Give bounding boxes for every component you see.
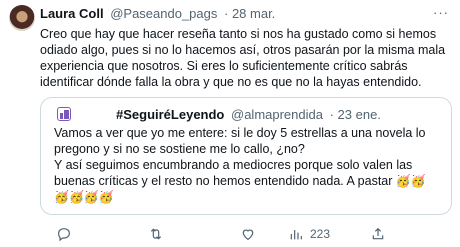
retweet-icon — [150, 228, 162, 240]
like-icon — [242, 229, 254, 241]
more-options-icon[interactable]: ··· — [433, 5, 449, 20]
quoted-author-handle: @almaprendida — [231, 107, 323, 122]
quoted-date: · 23 ene. — [329, 107, 381, 122]
avatar[interactable] — [9, 5, 35, 31]
tweet-text: Creo que hay que hacer reseña tanto si n… — [40, 27, 446, 89]
quoted-avatar-icon — [57, 107, 71, 121]
quoted-author-name: #SeguiréLeyendo — [116, 107, 225, 122]
views-count: 223 — [310, 227, 331, 241]
author-handle[interactable]: @Paseando_pags — [110, 6, 217, 21]
quoted-text: Vamos a ver que yo me entere: si le doy … — [54, 126, 426, 188]
views-icon — [290, 230, 302, 240]
tweet-header: Laura Coll @Paseando_pags · 28 mar. — [40, 6, 275, 21]
tweet-date[interactable]: · 28 mar. — [224, 6, 275, 21]
reply-icon — [58, 228, 70, 242]
quoted-text-block: Vamos a ver que yo me entere: si le doy … — [54, 125, 446, 205]
like-button[interactable] — [240, 226, 256, 242]
quoted-tweet[interactable]: #SeguiréLeyendo @almaprendida · 23 ene. … — [40, 97, 452, 215]
tweet-actions: 223 — [40, 226, 455, 244]
party-face-emoji: 🥳🥳 — [395, 174, 426, 188]
views-button[interactable]: 223 — [288, 226, 330, 242]
share-icon — [372, 227, 384, 240]
quoted-header: #SeguiréLeyendo @almaprendida · 23 ene. — [116, 107, 381, 122]
retweet-button[interactable] — [148, 226, 164, 242]
party-face-emoji-row: 🥳🥳🥳🥳 — [54, 190, 114, 204]
share-button[interactable] — [370, 226, 386, 242]
author-name[interactable]: Laura Coll — [40, 6, 104, 21]
reply-button[interactable] — [56, 226, 72, 242]
